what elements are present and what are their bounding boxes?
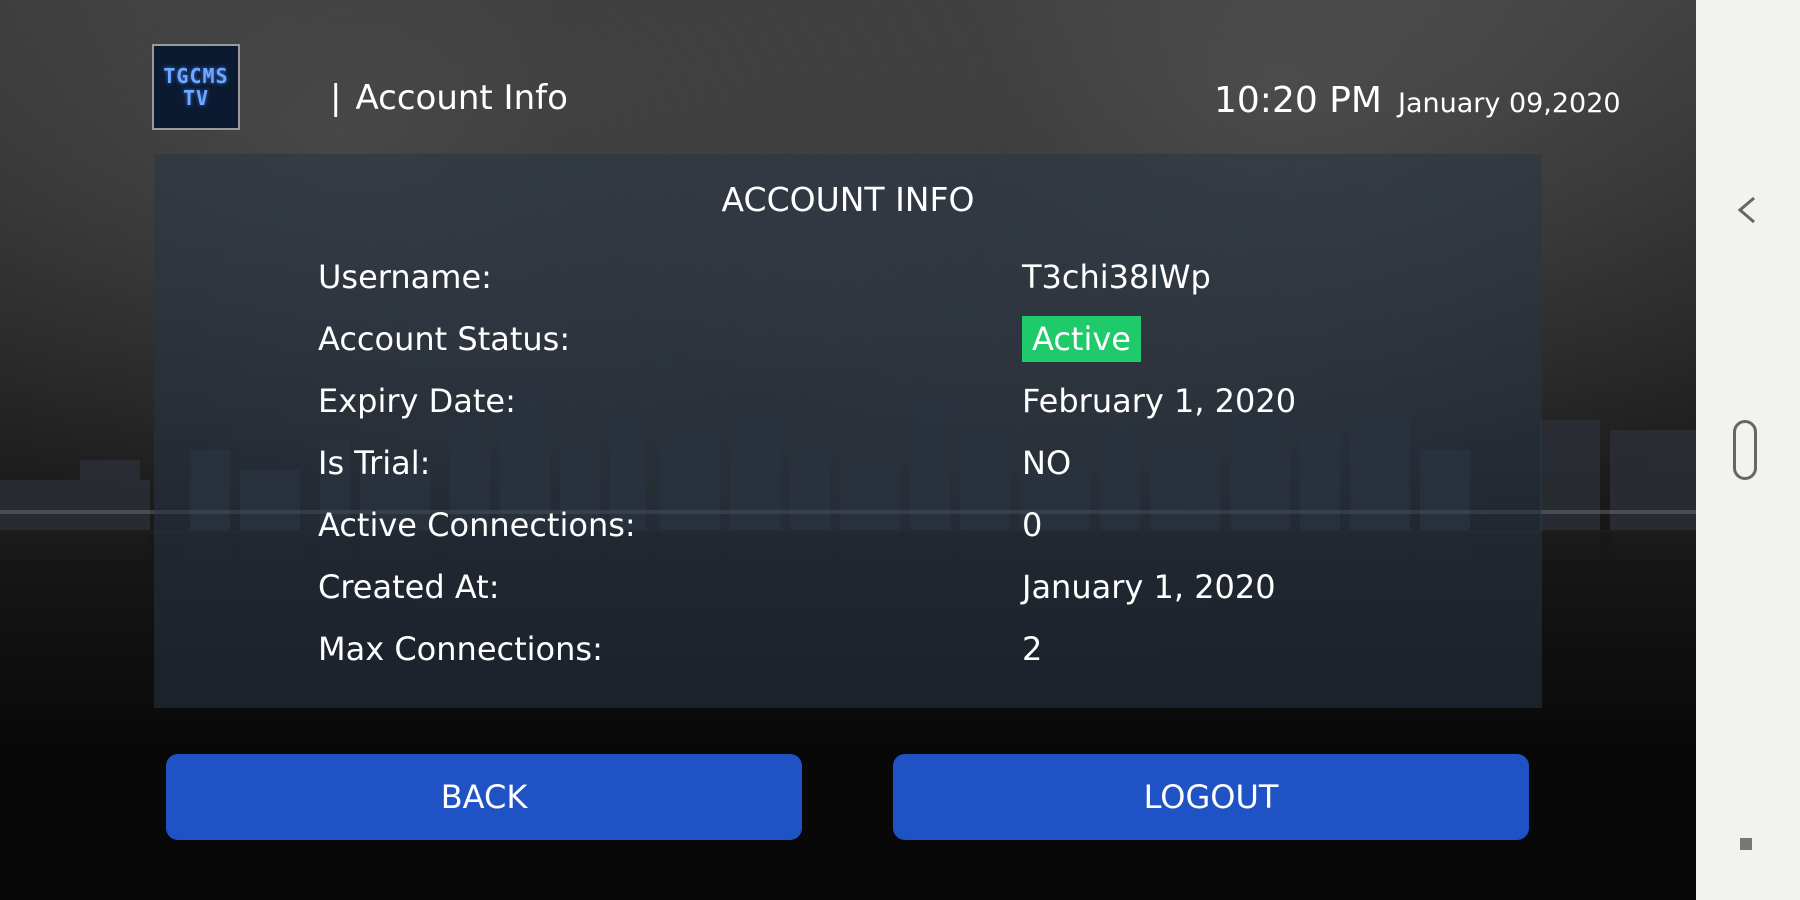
title-separator: | [330, 78, 342, 118]
system-navigation-bar [1696, 0, 1800, 900]
row-label: Max Connections: [318, 630, 603, 668]
row-label: Expiry Date: [318, 382, 516, 420]
status-badge: Active [1022, 316, 1141, 362]
row-label: Account Status: [318, 320, 571, 358]
row-value: T3chi38IWp [1022, 258, 1211, 296]
row-label: Created At: [318, 568, 500, 606]
chevron-left-icon[interactable] [1732, 190, 1762, 230]
info-row-is-trial: Is Trial: NO [154, 444, 1542, 494]
info-row-max-connections: Max Connections: 2 [154, 630, 1542, 680]
app-screen: TGCMS TV | Account Info 10:20 PM January … [0, 0, 1696, 900]
page-title-text: Account Info [355, 78, 568, 118]
back-button[interactable]: BACK [166, 754, 802, 840]
info-row-account-status: Account Status: Active [154, 316, 1542, 370]
row-label: Username: [318, 258, 492, 296]
info-row-active-connections: Active Connections: 0 [154, 506, 1542, 556]
clock-time: 10:20 PM [1214, 80, 1382, 121]
row-value: 0 [1022, 506, 1043, 544]
account-info-panel: ACCOUNT INFO Username: T3chi38IWp Accoun… [154, 154, 1542, 708]
clock-date: January 09,2020 [1398, 88, 1621, 119]
row-value: Active [1022, 316, 1141, 362]
info-row-expiry-date: Expiry Date: February 1, 2020 [154, 382, 1542, 432]
recent-apps-icon[interactable] [1740, 838, 1752, 850]
page-title: | Account Info [330, 78, 568, 118]
row-value: NO [1022, 444, 1072, 482]
logout-button[interactable]: LOGOUT [893, 754, 1529, 840]
info-row-username: Username: T3chi38IWp [154, 258, 1542, 308]
row-value: January 1, 2020 [1022, 568, 1276, 606]
row-value: February 1, 2020 [1022, 382, 1297, 420]
row-label: Active Connections: [318, 506, 636, 544]
logo-text-line1: TGCMS [163, 64, 229, 88]
row-label: Is Trial: [318, 444, 431, 482]
app-logo: TGCMS TV [152, 44, 240, 130]
logo-text-line2: TV [182, 86, 210, 110]
home-pill-icon[interactable] [1733, 420, 1757, 480]
info-row-created-at: Created At: January 1, 2020 [154, 568, 1542, 618]
row-value: 2 [1022, 630, 1043, 668]
panel-heading: ACCOUNT INFO [721, 180, 975, 219]
